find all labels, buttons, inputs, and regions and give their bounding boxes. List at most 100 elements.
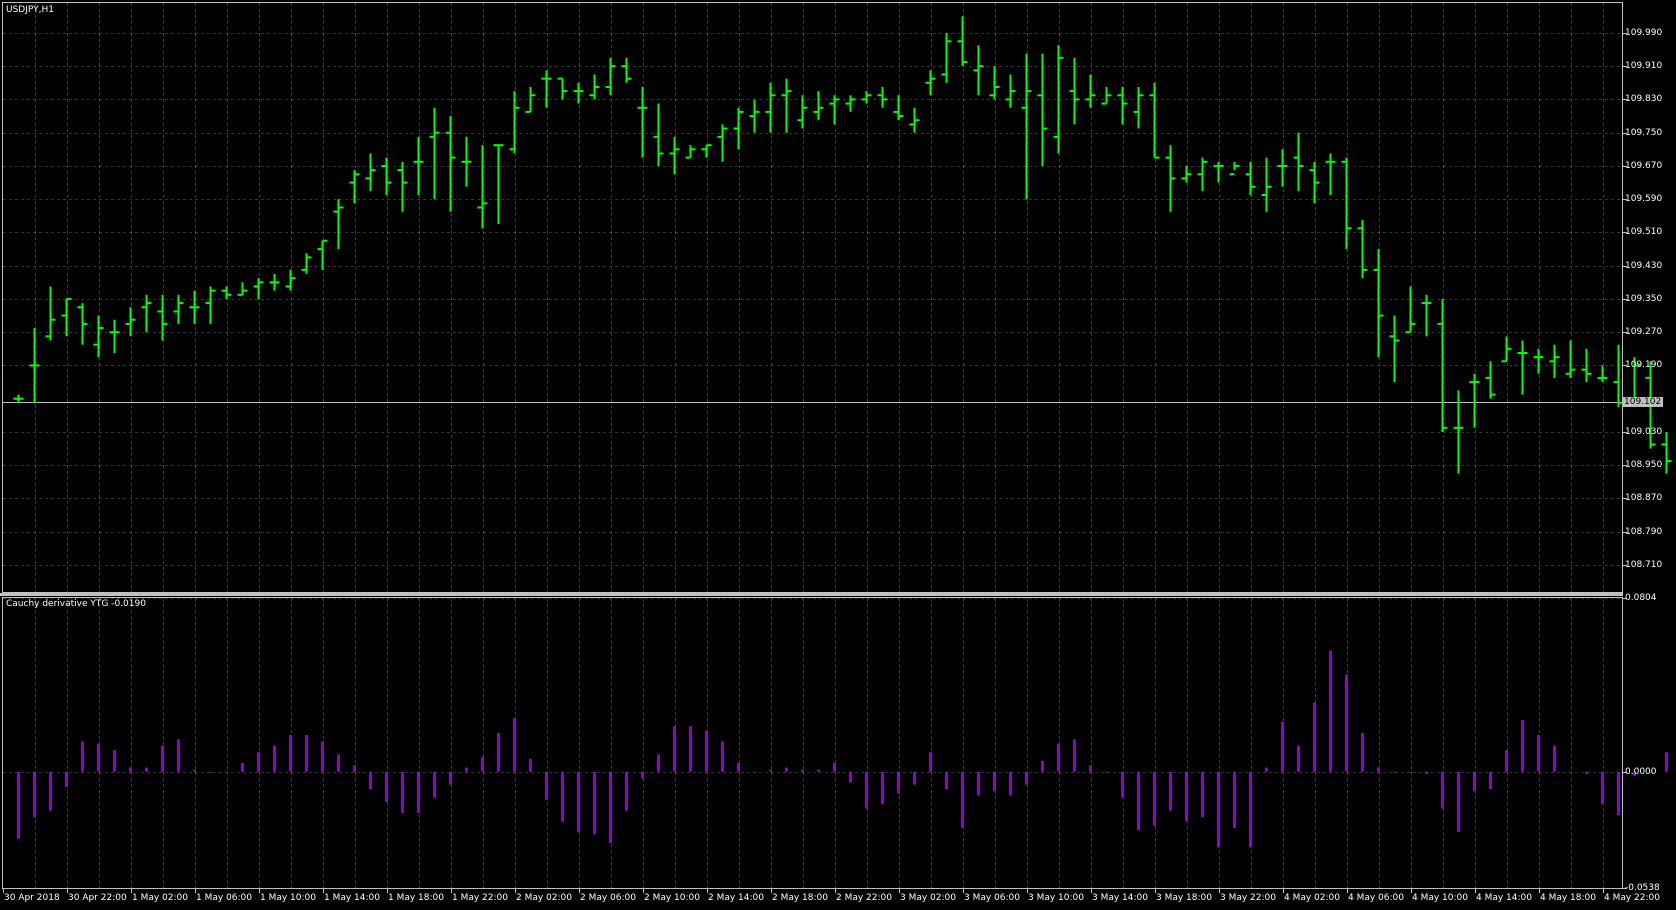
ohlc-bar — [1357, 219, 1368, 279]
time-axis-label: 3 May 10:00 — [1028, 893, 1084, 903]
indicator-axis-label: -0.0538 — [1625, 883, 1660, 893]
histogram-bar — [1025, 771, 1028, 785]
histogram-bar — [321, 741, 324, 772]
histogram-bar — [1489, 771, 1492, 790]
histogram-bar — [1121, 771, 1124, 798]
histogram-bar — [1409, 771, 1412, 773]
histogram-bar — [1569, 771, 1572, 773]
time-axis-label: 3 May 22:00 — [1220, 893, 1276, 903]
price-axis-label: 109.510 — [1625, 227, 1663, 237]
histogram-bar — [801, 769, 804, 772]
ohlc-bar — [1133, 86, 1144, 129]
histogram-bar — [897, 771, 900, 794]
histogram-bar — [65, 771, 68, 787]
histogram-bar — [913, 771, 916, 785]
ohlc-bar — [861, 91, 872, 104]
histogram-bar — [1345, 674, 1348, 772]
price-axis-label: 109.670 — [1625, 161, 1663, 171]
histogram-bar — [1265, 767, 1268, 772]
ohlc-bar — [1021, 53, 1032, 200]
ohlc-bar — [429, 107, 440, 200]
time-axis-label: 2 May 14:00 — [708, 893, 764, 903]
histogram-bar — [657, 754, 660, 772]
histogram-bar — [1617, 771, 1620, 815]
ohlc-bar — [477, 145, 488, 229]
time-axis-label: 30 Apr 2018 — [4, 893, 60, 903]
main-chart-title: USDJPY,H1 — [6, 5, 54, 15]
price-axis-label: 108.870 — [1625, 493, 1663, 503]
histogram-bar — [1281, 722, 1284, 772]
ohlc-bar — [717, 124, 728, 162]
time-axis-label: 3 May 18:00 — [1156, 893, 1212, 903]
ohlc-bar — [701, 144, 712, 158]
histogram-bar — [673, 726, 676, 772]
histogram-bar — [1089, 765, 1092, 772]
price-axis-label: 109.990 — [1625, 28, 1663, 38]
histogram-bar — [289, 735, 292, 772]
histogram-bar — [433, 771, 436, 798]
histogram-bar — [449, 771, 452, 785]
histogram-bar — [513, 717, 516, 772]
time-axis-label: 4 May 02:00 — [1284, 893, 1340, 903]
ohlc-bar — [941, 32, 952, 83]
histogram-bar — [529, 758, 532, 772]
histogram-bar — [193, 769, 196, 772]
ohlc-bar — [1117, 86, 1128, 125]
histogram-bar — [129, 767, 132, 772]
histogram-bar — [417, 771, 420, 813]
ohlc-bar — [1661, 431, 1672, 474]
histogram-bar — [641, 771, 644, 779]
histogram-bar — [1297, 745, 1300, 772]
time-axis-label: 2 May 18:00 — [772, 893, 828, 903]
histogram-bar — [769, 769, 772, 772]
ohlc-bar — [61, 297, 72, 337]
histogram-bar — [1457, 771, 1460, 833]
price-axis-label: 109.030 — [1625, 427, 1663, 437]
histogram-bar — [17, 771, 20, 839]
histogram-bar — [49, 771, 52, 811]
histogram-bar — [337, 754, 340, 772]
time-axis-label: 1 May 02:00 — [132, 893, 188, 903]
histogram-bar — [1009, 771, 1012, 796]
ohlc-bar — [77, 303, 88, 345]
ohlc-bar — [1565, 340, 1576, 378]
ohlc-bar — [445, 116, 456, 212]
ohlc-bar — [925, 70, 936, 96]
ohlc-bar — [253, 278, 264, 299]
time-axis-label: 1 May 06:00 — [196, 893, 252, 903]
ohlc-bar — [989, 66, 1000, 100]
ohlc-bar — [93, 315, 104, 358]
histogram-bar — [353, 765, 356, 772]
ohlc-bar — [1549, 344, 1560, 378]
histogram-bar — [81, 741, 84, 772]
histogram-bar — [401, 771, 404, 813]
histogram-bar — [1505, 750, 1508, 772]
histogram-bar — [577, 771, 580, 833]
histogram-bar — [1041, 760, 1044, 772]
time-axis-label: 30 Apr 22:00 — [68, 893, 127, 903]
histogram-bar — [545, 771, 548, 800]
ohlc-bar — [461, 136, 472, 187]
ohlc-bar — [1101, 86, 1112, 105]
price-axis-label: 109.750 — [1625, 128, 1663, 138]
price-axis-label: 109.270 — [1625, 327, 1663, 337]
histogram-bar — [961, 771, 964, 828]
ohlc-bar — [1341, 157, 1352, 250]
ohlc-bar — [157, 294, 168, 341]
histogram-bar — [145, 767, 148, 772]
time-axis-label: 4 May 22:00 — [1604, 893, 1660, 903]
histogram-bar — [881, 771, 884, 805]
ohlc-bar — [381, 157, 392, 196]
ohlc-bar — [637, 86, 648, 158]
histogram-bar — [241, 763, 244, 772]
time-axis-label: 4 May 14:00 — [1476, 893, 1532, 903]
ohlc-bar — [1517, 340, 1528, 395]
ohlc-bar — [1405, 286, 1416, 334]
ohlc-bar — [1229, 161, 1240, 176]
ohlc-bar — [733, 107, 744, 150]
ohlc-bar — [285, 269, 296, 291]
time-axis-label: 1 May 22:00 — [452, 893, 508, 903]
ohlc-bar — [141, 294, 152, 333]
ohlc-bar — [333, 199, 344, 250]
histogram-bar — [225, 771, 228, 773]
